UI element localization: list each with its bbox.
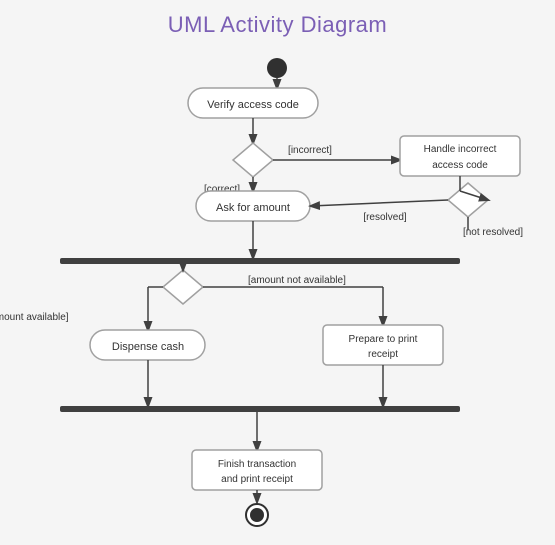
finish-label2: and print receipt — [221, 474, 293, 485]
verify-label: Verify access code — [207, 99, 299, 111]
label-resolved: [resolved] — [363, 212, 407, 223]
label-amount-available: [amount available] — [0, 312, 69, 323]
ask-amount-label: Ask for amount — [216, 202, 290, 214]
dispense-label: Dispense cash — [112, 341, 184, 353]
label-not-resolved: [not resolved] — [463, 227, 523, 238]
finish-label1: Finish transaction — [218, 459, 296, 470]
end-node-inner — [250, 508, 264, 522]
uml-svg: Verify access code [incorrect] Handle in… — [0, 0, 555, 545]
print-prep-label1: Prepare to print — [349, 334, 418, 345]
fork-bar-top — [60, 258, 460, 264]
decision2-node — [448, 183, 488, 217]
join-bar-bottom — [60, 406, 460, 412]
decision1-node — [233, 143, 273, 177]
diagram-container: UML Activity Diagram Verify access code … — [0, 0, 555, 545]
label-amount-not-available: [amount not available] — [248, 275, 346, 286]
handle-incorrect-label2: access code — [432, 160, 488, 171]
start-node — [267, 58, 287, 78]
print-prep-label2: receipt — [368, 349, 398, 360]
handle-incorrect-label1: Handle incorrect — [424, 144, 497, 155]
arrow-resolved — [311, 200, 448, 206]
label-incorrect: [incorrect] — [288, 145, 332, 156]
decision3-node — [163, 270, 203, 304]
